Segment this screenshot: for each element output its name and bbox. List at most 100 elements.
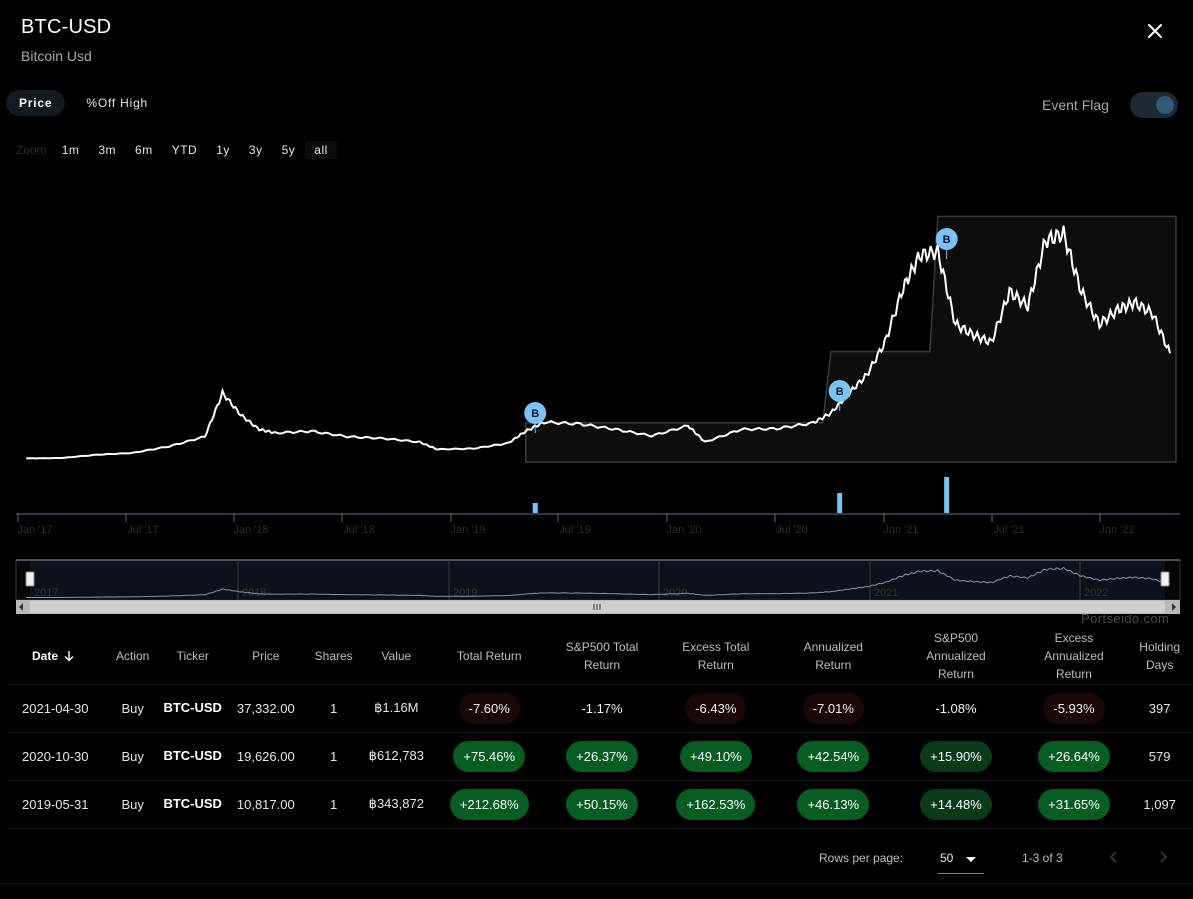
column-header-holding-days[interactable]: Holding Days — [1129, 628, 1190, 685]
watermark: Portseido.com — [1081, 611, 1170, 626]
rows-per-page-label: Rows per page: — [819, 851, 904, 865]
cell-date: 2021-04-30 — [10, 684, 104, 733]
cell-ticker[interactable]: BTC-USD — [161, 732, 225, 781]
transactions-table: Date Action Ticker Price Shares Value To… — [10, 628, 1190, 829]
zoom-5y-button[interactable]: 5y — [273, 141, 305, 159]
cell-value: ฿612,783 — [359, 732, 433, 781]
column-header-action[interactable]: Action — [103, 628, 162, 685]
return-pill: +15.90% — [920, 740, 992, 772]
return-pill: -6.43% — [685, 692, 747, 724]
cell-sp500-annualized-return: +14.48% — [893, 780, 1019, 829]
cell-shares: 1 — [307, 684, 360, 733]
close-button[interactable] — [1143, 19, 1167, 43]
cell-excess-annualized-return: -5.93% — [1018, 684, 1130, 733]
x-axis-tick-label: Jan '19 — [450, 524, 485, 536]
divider — [0, 883, 1193, 884]
cell-sp500-annualized-return: -1.08% — [893, 684, 1019, 733]
return-pill: +42.54% — [797, 740, 870, 772]
navigator-right-handle[interactable] — [1160, 571, 1170, 587]
x-axis-tick-label: Jan '21 — [883, 524, 918, 536]
previous-page-button[interactable] — [1103, 846, 1125, 868]
return-pill: +50.15% — [566, 788, 638, 820]
pagination-bar: Rows per page: 50 1-3 of 3 — [0, 834, 1193, 884]
cell-annualized-return: +42.54% — [773, 732, 894, 781]
return-pill: +26.37% — [566, 740, 638, 772]
zoom-all-button[interactable]: all — [305, 141, 337, 159]
caret-down-icon — [966, 857, 976, 862]
pagination-range: 1-3 of 3 — [1022, 851, 1063, 865]
rows-per-page-select[interactable]: 50 — [938, 844, 984, 874]
zoom-label: Zoom — [16, 143, 47, 157]
column-header-excess-total-return[interactable]: Excess Total Return — [658, 628, 774, 685]
price-view-button[interactable]: Price — [6, 90, 66, 116]
x-axis-tick-label: Jan '18 — [233, 524, 268, 536]
price-chart[interactable]: B B B Jan '17 Jul '17 Jan '18 Jul '18 Jan '19 Ju… — [0, 170, 1193, 620]
navigator-year-label: 2019 — [453, 587, 477, 599]
cell-excess-annualized-return: +31.65% — [1018, 780, 1130, 829]
navigator-left-handle[interactable] — [25, 571, 35, 587]
zoom-1m-button[interactable]: 1m — [53, 141, 89, 159]
cell-shares: 1 — [307, 732, 360, 781]
cell-ticker[interactable]: BTC-USD — [161, 780, 225, 829]
volume-bar — [837, 493, 843, 513]
zoom-3m-button[interactable]: 3m — [89, 141, 125, 159]
cell-price: 19,626.00 — [224, 732, 308, 781]
column-header-price[interactable]: Price — [224, 628, 308, 685]
cell-price: 37,332.00 — [224, 684, 308, 733]
x-axis-tick-label: Jan '17 — [17, 524, 52, 536]
column-header-sp500-annualized-return[interactable]: S&P500 Annualized Return — [893, 628, 1019, 685]
zoom-6m-button[interactable]: 6m — [126, 141, 162, 159]
column-header-total-return[interactable]: Total Return — [432, 628, 546, 685]
table-row[interactable]: 2021-04-30 Buy BTC-USD 37,332.00 1 ฿1.16… — [10, 684, 1190, 733]
cell-excess-total-return: -6.43% — [658, 684, 774, 733]
cell-annualized-return: -7.01% — [773, 684, 894, 733]
rows-per-page-value: 50 — [940, 851, 954, 865]
column-header-value[interactable]: Value — [359, 628, 433, 685]
arrow-down-icon — [64, 650, 74, 662]
table-row[interactable]: 2019-05-31 Buy BTC-USD 10,817.00 1 ฿343,… — [10, 780, 1190, 829]
column-header-ticker[interactable]: Ticker — [161, 628, 225, 685]
toggle-knob — [1156, 96, 1174, 114]
column-header-sp500-total-return[interactable]: S&P500 Total Return — [545, 628, 659, 685]
buy-flag-label: B — [943, 234, 951, 246]
chevron-left-icon — [1109, 851, 1117, 863]
cell-value: ฿343,872 — [359, 780, 433, 829]
table-header-row: Date Action Ticker Price Shares Value To… — [10, 628, 1190, 685]
cell-price: 10,817.00 — [224, 780, 308, 829]
cell-action: Buy — [103, 684, 162, 733]
return-pill: -7.01% — [802, 692, 864, 724]
return-pill: -1.08% — [935, 700, 977, 716]
return-pill: +49.10% — [679, 740, 752, 772]
cell-sp500-total-return: -1.17% — [545, 684, 659, 733]
x-axis-tick-label: Jul '20 — [776, 524, 807, 536]
cell-total-return: +75.46% — [432, 732, 546, 781]
close-icon[interactable] — [1143, 19, 1167, 43]
return-pill: +46.13% — [797, 788, 870, 820]
cell-excess-annualized-return: +26.64% — [1018, 732, 1130, 781]
x-axis-tick-label: Jul '18 — [343, 524, 374, 536]
zoom-1y-button[interactable]: 1y — [207, 141, 239, 159]
zoom-3y-button[interactable]: 3y — [240, 141, 272, 159]
cell-sp500-total-return: +50.15% — [545, 780, 659, 829]
cell-ticker[interactable]: BTC-USD — [161, 684, 225, 733]
cell-total-return: -7.60% — [432, 684, 546, 733]
column-header-shares[interactable]: Shares — [307, 628, 360, 685]
column-header-annualized-return[interactable]: Annualized Return — [773, 628, 894, 685]
x-axis-tick-label: Jul '19 — [559, 524, 590, 536]
table-row[interactable]: 2020-10-30 Buy BTC-USD 19,626.00 1 ฿612,… — [10, 732, 1190, 781]
return-pill: +162.53% — [676, 788, 756, 820]
return-pill: -5.93% — [1043, 692, 1105, 724]
event-flag-toggle[interactable] — [1130, 92, 1178, 118]
zoom-ytd-button[interactable]: YTD — [163, 141, 207, 159]
x-axis-tick-label: Jul '17 — [127, 524, 158, 536]
volume-bar — [532, 503, 538, 513]
cell-value: ฿1.16M — [359, 684, 433, 733]
off-high-view-button[interactable]: %Off High — [73, 90, 161, 116]
cell-excess-total-return: +162.53% — [658, 780, 774, 829]
column-header-excess-annualized-return[interactable]: Excess Annualized Return — [1018, 628, 1130, 685]
next-page-button[interactable] — [1152, 846, 1174, 868]
return-pill: -7.60% — [458, 692, 520, 724]
volume-bar — [944, 477, 950, 513]
cost-basis-area — [525, 215, 1177, 463]
column-header-date[interactable]: Date — [10, 628, 104, 685]
